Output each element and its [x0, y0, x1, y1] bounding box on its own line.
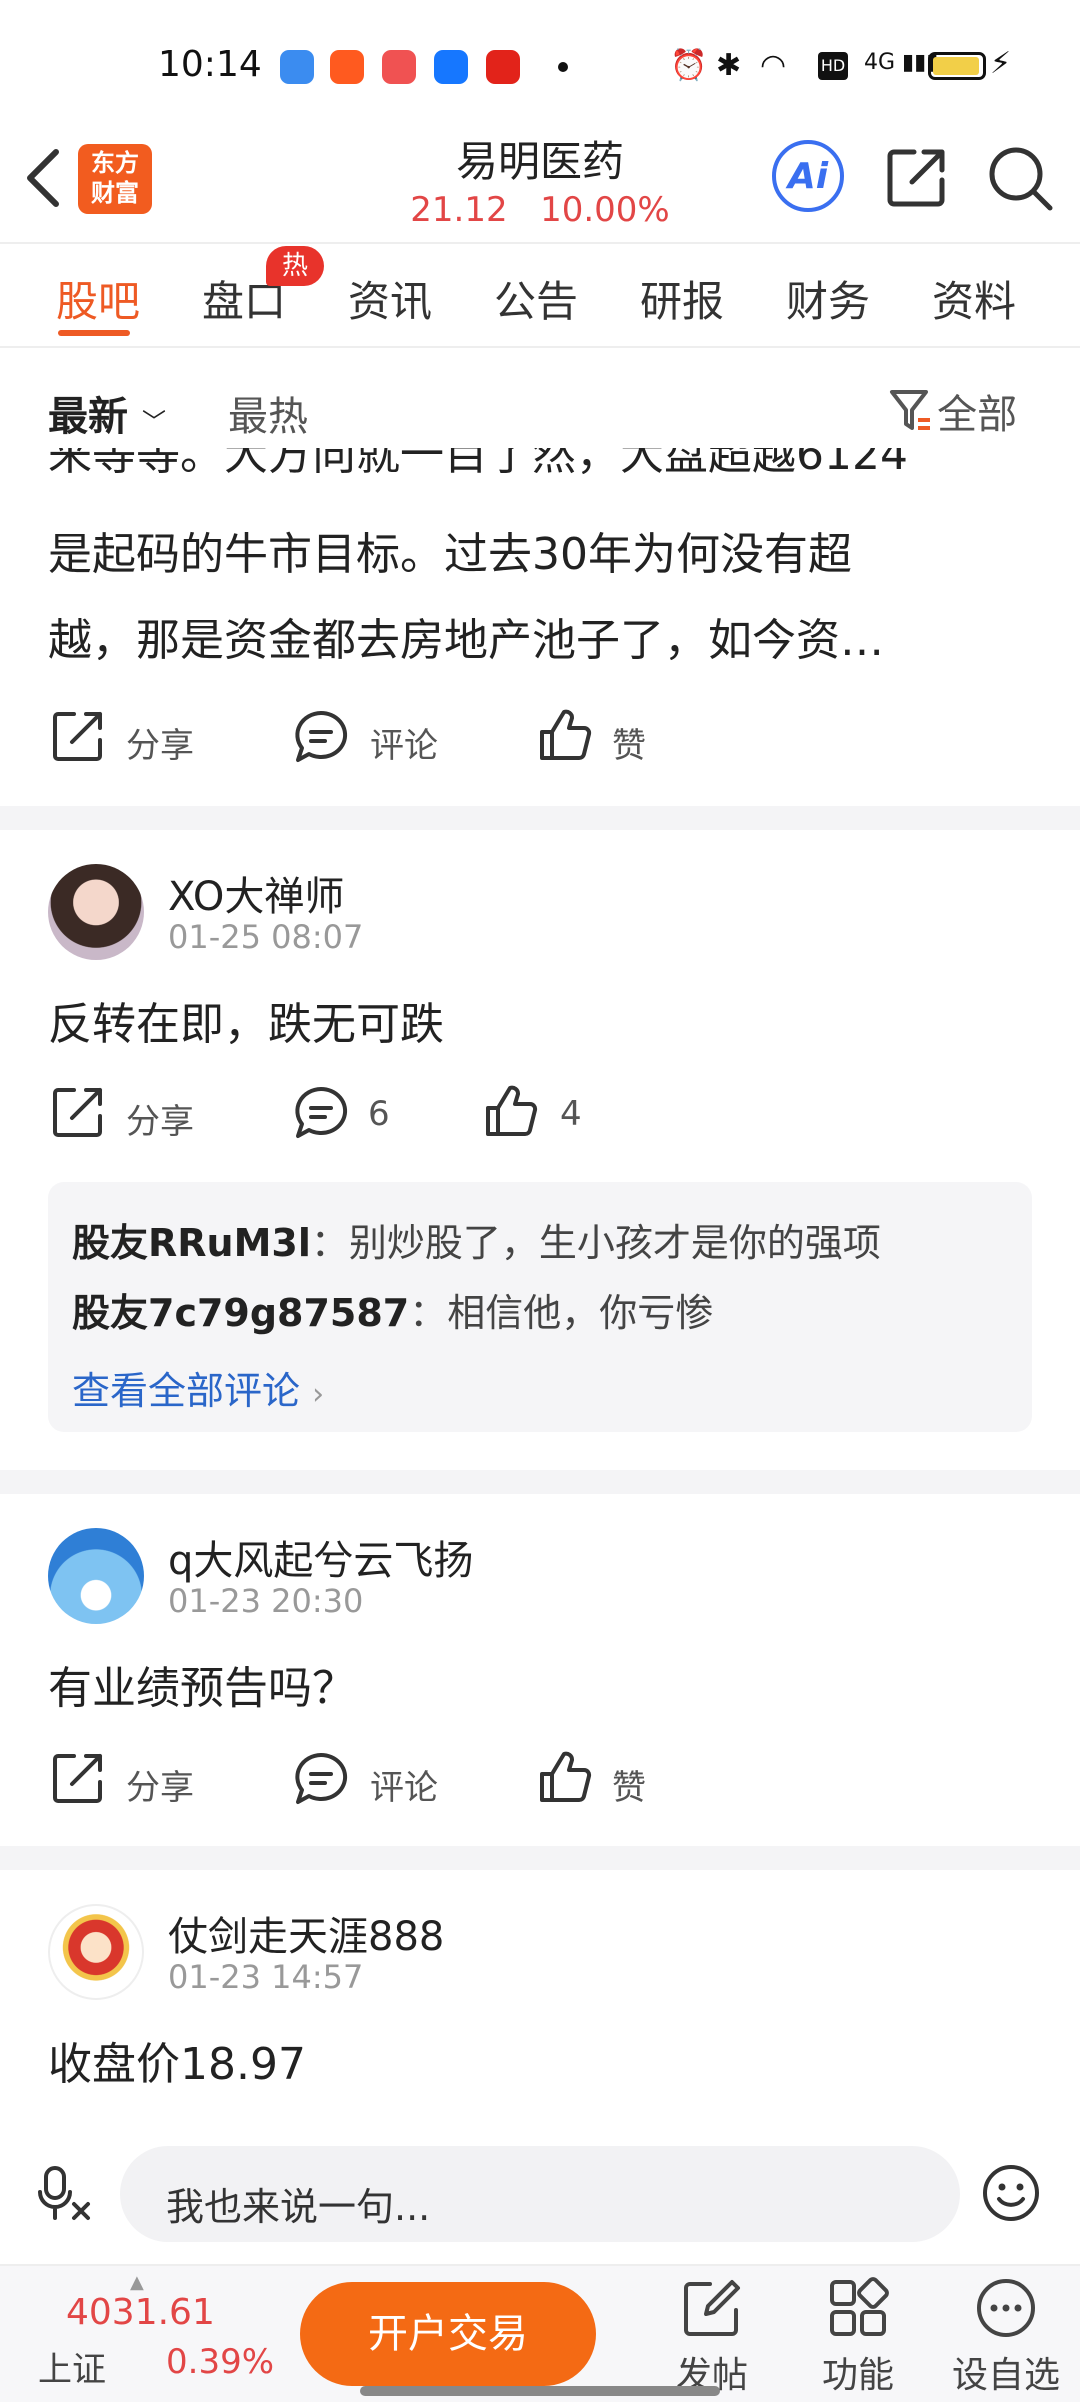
open-account-button[interactable]: 开户交易: [300, 2282, 596, 2386]
like-icon[interactable]: [536, 706, 594, 764]
share-icon[interactable]: [50, 1750, 106, 1806]
avatar[interactable]: [48, 864, 144, 960]
status-time: 10:14: [158, 44, 262, 85]
filter-button[interactable]: 全部: [888, 382, 1017, 440]
comment-1-text: ：别炒股了，生小孩才是你的强项: [310, 1221, 881, 1265]
functions-button-label[interactable]: 功能: [798, 2346, 918, 2398]
post-3-text[interactable]: 收盘价18.97: [48, 2028, 306, 2092]
tab-profile[interactable]: 资料: [932, 268, 1016, 329]
post-2-time: 01-23 20:30: [168, 1582, 364, 1620]
wifi-icon: ◠: [760, 48, 787, 83]
chevron-right-icon: ›: [312, 1377, 325, 1412]
post-1-username[interactable]: XO大禅师: [168, 864, 344, 922]
ai-button[interactable]: Ai: [772, 140, 844, 212]
tab-research[interactable]: 研报: [640, 268, 724, 329]
index-change: 0.39%: [166, 2342, 275, 2382]
post-3-username[interactable]: 仗剑走天涯888: [168, 1904, 444, 1962]
avatar[interactable]: [48, 1904, 144, 2000]
post-1-text[interactable]: 反转在即，跌无可跌: [48, 988, 444, 1052]
post-2-like[interactable]: 赞: [612, 1760, 646, 1809]
share-icon[interactable]: [884, 144, 950, 210]
post-1-comment-count[interactable]: 6: [368, 1094, 390, 1134]
sort-latest-label: 最新: [48, 394, 128, 440]
post-2-text[interactable]: 有业绩预告吗？: [48, 1652, 356, 1716]
post-0-share[interactable]: 分享: [126, 718, 194, 767]
index-name: 上证: [38, 2350, 106, 2390]
post-2-comment[interactable]: 评论: [370, 1760, 438, 1809]
post-0-like[interactable]: 赞: [612, 718, 646, 767]
like-icon[interactable]: [482, 1082, 540, 1140]
compose-icon[interactable]: [680, 2276, 744, 2340]
battery-icon: [928, 52, 986, 80]
bluetooth-icon: ✱: [716, 48, 742, 83]
post-2-share[interactable]: 分享: [126, 1760, 194, 1809]
stock-price: 21.12: [410, 190, 508, 230]
alipay-icon: [434, 50, 468, 84]
comment-1-user[interactable]: 股友RRuM3l: [72, 1221, 311, 1265]
app-icon-1: [280, 50, 314, 84]
chevron-down-icon: ﹀: [141, 408, 166, 436]
comment-2-user[interactable]: 股友7c79g87587: [72, 1291, 409, 1335]
functions-grid-icon[interactable]: [826, 2276, 890, 2340]
taobao-icon: [330, 50, 364, 84]
caret-up-icon: ▲: [130, 2272, 144, 2293]
video-app-icon: [382, 50, 416, 84]
sort-latest[interactable]: 最新 ﹀: [48, 384, 166, 442]
post-separator: [0, 806, 1080, 830]
post-1-time: 01-25 08:07: [168, 918, 364, 956]
pinduoduo-icon: [486, 50, 520, 84]
post-1-like-count[interactable]: 4: [560, 1094, 582, 1134]
post-separator: [0, 1846, 1080, 1870]
hot-badge: 热: [266, 246, 324, 286]
filter-icon: [890, 390, 930, 430]
tab-news[interactable]: 资讯: [348, 268, 432, 329]
post-separator: [0, 1470, 1080, 1494]
tab-active-indicator: [58, 330, 130, 336]
share-icon[interactable]: [50, 1084, 106, 1140]
tab-finance[interactable]: 财务: [786, 268, 870, 329]
post-0-line-2[interactable]: 越，那是资金都去房地产池子了，如今资…: [48, 604, 884, 668]
voice-input-icon[interactable]: [36, 2164, 96, 2224]
hd-icon: HD: [818, 52, 848, 80]
comment-icon[interactable]: [292, 1084, 350, 1142]
tabs-divider: [0, 346, 1080, 348]
home-indicator: [360, 2386, 720, 2396]
charging-icon: ⚡: [990, 46, 1012, 81]
more-icon[interactable]: [974, 2276, 1038, 2340]
view-all-comments-link[interactable]: 查看全部评论 ›: [72, 1360, 324, 1415]
post-clip: 来等等。大方向就一目了然，大盘超越6124: [0, 448, 1080, 492]
post-3-time: 01-23 14:57: [168, 1958, 364, 1996]
post-0-line-1[interactable]: 是起码的牛市目标。过去30年为何没有超: [48, 518, 852, 582]
tab-guba[interactable]: 股吧: [56, 268, 140, 329]
comment-2-text: ：相信他，你亏惨: [409, 1291, 714, 1335]
notification-dot: [558, 62, 568, 72]
stock-change: 10.00%: [540, 190, 670, 230]
comment-1[interactable]: 股友RRuM3l：别炒股了，生小孩才是你的强项: [72, 1212, 881, 1267]
comment-icon[interactable]: [292, 1750, 350, 1808]
alarm-icon: ⏰: [670, 48, 708, 83]
comment-2[interactable]: 股友7c79g87587：相信他，你亏惨: [72, 1282, 713, 1337]
header-divider: [0, 242, 1080, 244]
add-watchlist-button-label[interactable]: 设自选: [946, 2346, 1066, 2398]
like-icon[interactable]: [536, 1748, 594, 1806]
post-2-username[interactable]: q大风起兮云飞扬: [168, 1528, 473, 1586]
share-icon[interactable]: [50, 708, 106, 764]
filter-label: 全部: [937, 392, 1018, 438]
sort-hottest[interactable]: 最热: [228, 384, 308, 442]
index-value[interactable]: 4031.61: [66, 2292, 215, 2333]
view-all-label: 查看全部评论: [72, 1369, 301, 1413]
avatar[interactable]: [48, 1528, 144, 1624]
post-1-share[interactable]: 分享: [126, 1094, 194, 1143]
tab-announcements[interactable]: 公告: [494, 268, 578, 329]
post-0-partial-line: 来等等。大方向就一目了然，大盘超越6124: [48, 448, 908, 480]
emoji-icon[interactable]: [980, 2162, 1042, 2224]
post-0-comment[interactable]: 评论: [370, 718, 438, 767]
search-icon[interactable]: [986, 144, 1056, 214]
comment-input-placeholder: 我也来说一句...: [166, 2185, 431, 2229]
comment-icon[interactable]: [292, 708, 350, 766]
